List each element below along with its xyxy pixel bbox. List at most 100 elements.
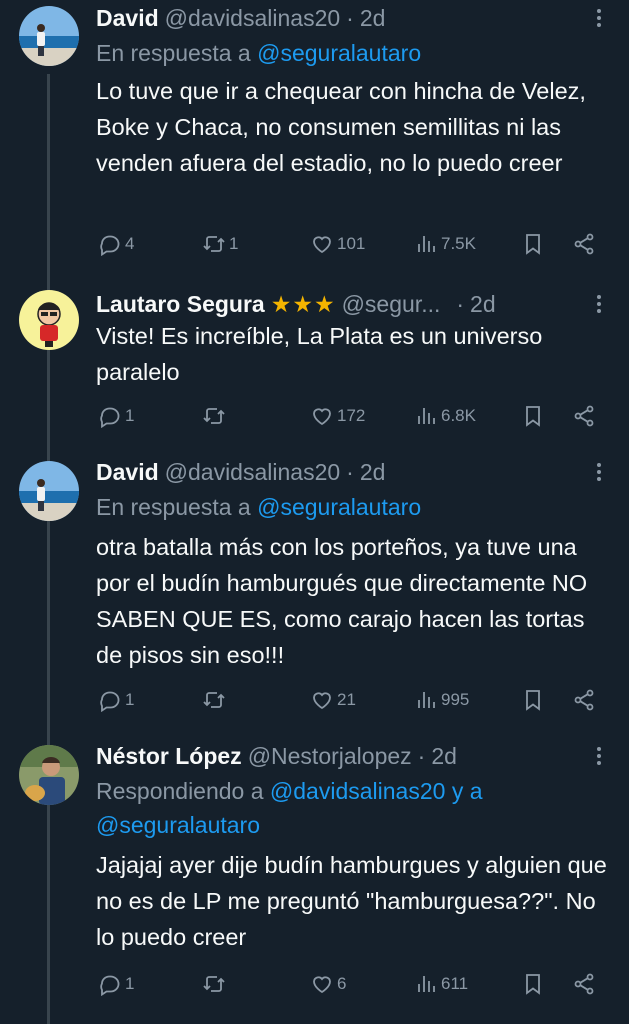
- reply-button[interactable]: 1: [98, 967, 134, 1001]
- like-icon: [313, 236, 331, 254]
- views-button[interactable]: 611: [414, 967, 468, 1001]
- author-handle[interactable]: @davidsalinas20: [165, 455, 341, 489]
- reply-button[interactable]: 1: [98, 683, 134, 717]
- views-icon: [418, 236, 435, 252]
- share-button[interactable]: [572, 399, 596, 433]
- like-icon: [313, 976, 331, 994]
- bookmark-button[interactable]: [521, 967, 545, 1001]
- avatar[interactable]: [19, 290, 79, 350]
- separator-dot: ·: [346, 5, 354, 31]
- reply-count: 1: [125, 690, 135, 709]
- views-count: 995: [441, 690, 470, 709]
- author-handle[interactable]: @Nestorjalopez: [248, 739, 412, 773]
- bookmark-button[interactable]: [521, 683, 545, 717]
- views-button[interactable]: 6.8K: [414, 399, 476, 433]
- timeline-feed: David @davidsalinas20 · 2d En respuesta …: [0, 0, 629, 1024]
- views-icon: [418, 692, 435, 708]
- tweet-text: Lo tuve que ir a chequear con hincha de …: [96, 78, 586, 176]
- action-bar: 4 1 101 7.5K: [96, 227, 609, 261]
- share-button[interactable]: [572, 683, 596, 717]
- more-icon[interactable]: [591, 739, 607, 773]
- retweet-button[interactable]: [202, 967, 229, 1001]
- share-icon: [574, 973, 594, 995]
- more-icon[interactable]: [591, 455, 607, 489]
- tweet-text: Viste! Es increíble, La Plata es un univ…: [96, 323, 543, 385]
- retweet-icon: [203, 408, 225, 424]
- bookmark-icon: [526, 690, 540, 711]
- views-count: 7.5K: [441, 234, 476, 253]
- avatar[interactable]: [19, 745, 79, 805]
- separator-dot: ·: [417, 743, 426, 769]
- like-count: 6: [337, 974, 347, 993]
- bookmark-button[interactable]: [521, 399, 545, 433]
- separator-dot: ·: [346, 459, 354, 485]
- timestamp[interactable]: 2d: [360, 455, 386, 489]
- author-handle[interactable]: @davidsalinas20: [165, 1, 341, 35]
- author-name[interactable]: Néstor López: [96, 739, 242, 773]
- reply-context: En respuesta a @seguralautaro: [96, 490, 589, 524]
- share-icon: [574, 233, 594, 255]
- reply-button[interactable]: 4: [98, 227, 134, 261]
- avatar[interactable]: [19, 461, 79, 521]
- timestamp[interactable]: 2d: [360, 1, 386, 35]
- reply-context: En respuesta a @seguralautaro: [96, 36, 589, 70]
- retweet-button[interactable]: [202, 399, 229, 433]
- action-bar: 1 6 611: [96, 967, 609, 1001]
- bookmark-icon: [526, 406, 540, 427]
- mention-link[interactable]: @seguralautaro: [96, 812, 260, 838]
- reply-icon: [100, 975, 120, 996]
- action-bar: 1 21 995: [96, 683, 609, 717]
- stars-badge: ★★★: [270, 291, 336, 317]
- views-button[interactable]: 7.5K: [414, 227, 476, 261]
- share-button[interactable]: [572, 967, 596, 1001]
- reply-button[interactable]: 1: [98, 399, 134, 433]
- action-bar: 1 172 6.8K: [96, 399, 609, 433]
- tweet-header: Néstor López @Nestorjalopez · 2d: [96, 739, 569, 773]
- like-button[interactable]: 172: [310, 399, 365, 433]
- like-icon: [313, 408, 331, 426]
- timestamp[interactable]: 2d: [470, 287, 496, 321]
- like-count: 172: [337, 406, 366, 425]
- reply-prefix: Respondiendo a: [96, 778, 270, 804]
- reply-icon: [100, 407, 120, 428]
- tweet-header: Lautaro Segura ★★★ @segur... · 2d: [96, 287, 569, 321]
- like-button[interactable]: 6: [310, 967, 346, 1001]
- author-handle[interactable]: @segur...: [342, 287, 441, 321]
- views-count: 6.8K: [441, 406, 476, 425]
- bookmark-icon: [526, 234, 540, 255]
- author-name[interactable]: David: [96, 455, 159, 489]
- mention-link[interactable]: @davidsalinas20 y a: [270, 778, 483, 804]
- author-name[interactable]: David: [96, 1, 159, 35]
- views-icon: [418, 408, 435, 424]
- avatar[interactable]: [19, 6, 79, 66]
- timestamp[interactable]: 2d: [431, 739, 457, 773]
- retweet-button[interactable]: 1: [202, 227, 238, 261]
- more-icon[interactable]: [591, 1, 607, 35]
- like-count: 21: [337, 690, 356, 709]
- retweet-icon: [203, 692, 225, 708]
- thread-line: [47, 74, 50, 1024]
- author-name[interactable]: Lautaro Segura: [96, 287, 265, 321]
- mention-link[interactable]: @seguralautaro: [257, 494, 421, 520]
- bookmark-button[interactable]: [521, 227, 545, 261]
- tweet-header: David @davidsalinas20 · 2d: [96, 1, 569, 35]
- more-icon[interactable]: [591, 287, 607, 321]
- like-button[interactable]: 101: [310, 227, 365, 261]
- separator-dot: ·: [456, 291, 465, 317]
- retweet-icon: [203, 236, 225, 252]
- reply-count: 1: [125, 406, 135, 425]
- like-button[interactable]: 21: [310, 683, 356, 717]
- retweet-button[interactable]: [202, 683, 229, 717]
- mention-link[interactable]: @seguralautaro: [257, 40, 421, 66]
- share-icon: [574, 689, 594, 711]
- like-count: 101: [337, 234, 366, 253]
- reply-icon: [100, 235, 120, 256]
- retweet-icon: [203, 976, 225, 992]
- tweet-header: David @davidsalinas20 · 2d: [96, 455, 569, 489]
- share-button[interactable]: [572, 227, 596, 261]
- reply-icon: [100, 691, 120, 712]
- reply-prefix: En respuesta a: [96, 40, 258, 66]
- views-button[interactable]: 995: [414, 683, 469, 717]
- tweet-text: otra batalla más con los porteños, ya tu…: [96, 534, 588, 668]
- views-count: 611: [441, 974, 469, 993]
